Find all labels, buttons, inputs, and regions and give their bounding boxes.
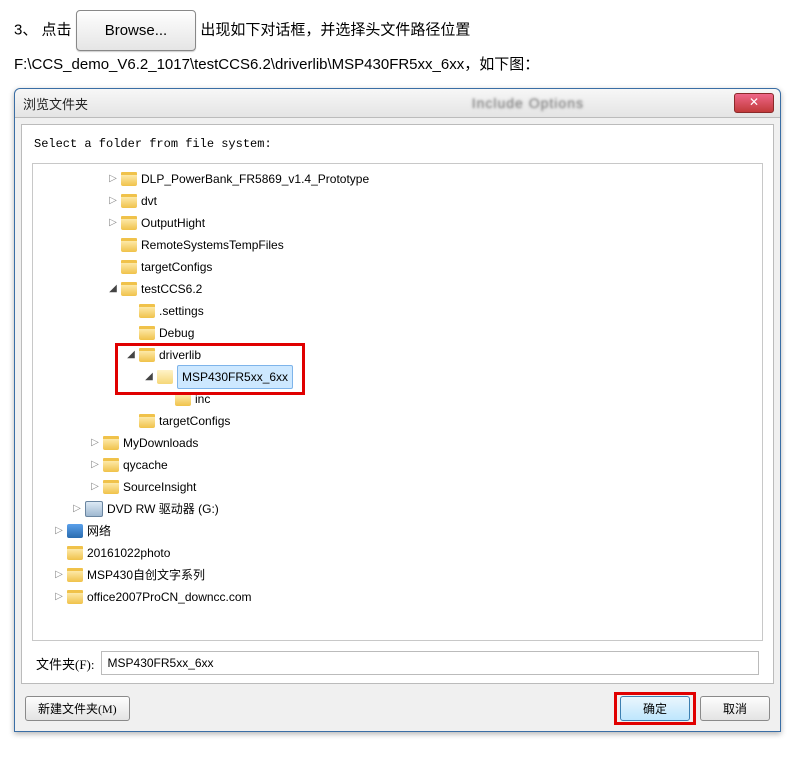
folder-icon (121, 260, 137, 274)
expand-arrow-icon[interactable] (53, 564, 65, 586)
path-line-text: F:\CCS_demo_V6.2_1017\testCCS6.2\driverl… (14, 56, 539, 73)
folder-icon (139, 326, 155, 340)
tree-node[interactable]: driverlib (33, 344, 762, 366)
folder-icon (121, 172, 137, 186)
tree-node-label: office2007ProCN_downcc.com (87, 586, 252, 608)
folder-icon (121, 282, 137, 296)
browse-folder-dialog: 浏览文件夹 Include Options ✕ Select a folder … (14, 88, 781, 732)
tree-node-label: qycache (123, 454, 168, 476)
tree-node-label: OutputHight (141, 212, 205, 234)
dialog-title: 浏览文件夹 (21, 94, 472, 113)
expand-arrow-icon[interactable] (107, 278, 119, 300)
tree-node-label: targetConfigs (141, 256, 212, 278)
folder-icon (67, 546, 83, 560)
browse-button-illustration: Browse... (76, 10, 197, 51)
tree-node[interactable]: .settings (33, 300, 762, 322)
tree-node[interactable]: qycache (33, 454, 762, 476)
expand-arrow-icon[interactable] (89, 454, 101, 476)
folder-icon (67, 568, 83, 582)
folder-icon (103, 480, 119, 494)
folder-icon (121, 216, 137, 230)
click-text: 点击 (42, 21, 72, 38)
tree-node-label: 网络 (87, 520, 111, 542)
folder-icon (67, 590, 83, 604)
tree-node[interactable]: testCCS6.2 (33, 278, 762, 300)
expand-arrow-icon[interactable] (53, 520, 65, 542)
tree-node-label: testCCS6.2 (141, 278, 202, 300)
tree-node[interactable]: MyDownloads (33, 432, 762, 454)
folder-icon (103, 436, 119, 450)
tree-node[interactable]: MSP430自创文字系列 (33, 564, 762, 586)
tree-node[interactable]: office2007ProCN_downcc.com (33, 586, 762, 608)
tree-node-label: DVD RW 驱动器 (G:) (107, 498, 219, 520)
tree-node-label: targetConfigs (159, 410, 230, 432)
folder-field-label: 文件夹(F): (36, 654, 95, 673)
expand-arrow-icon[interactable] (71, 498, 83, 520)
tree-node-label: MyDownloads (123, 432, 198, 454)
ok-button[interactable]: 确定 (620, 696, 690, 721)
expand-arrow-icon[interactable] (107, 190, 119, 212)
tree-node-label: MSP430FR5xx_6xx (177, 365, 293, 389)
tree-node[interactable]: targetConfigs (33, 410, 762, 432)
expand-arrow-icon[interactable] (143, 366, 155, 388)
folder-icon (175, 392, 191, 406)
tree-node[interactable]: inc (33, 388, 762, 410)
folder-icon (139, 304, 155, 318)
tree-node[interactable]: 20161022photo (33, 542, 762, 564)
after-click-text: 出现如下对话框，并选择头文件路径位置 (200, 21, 470, 38)
dialog-instruction: Select a folder from file system: (32, 133, 763, 163)
tree-node-label: MSP430自创文字系列 (87, 564, 205, 586)
tree-node-label: Debug (159, 322, 194, 344)
tree-node[interactable]: DVD RW 驱动器 (G:) (33, 498, 762, 520)
tree-node[interactable]: 网络 (33, 520, 762, 542)
tree-node-label: dvt (141, 190, 157, 212)
tree-node[interactable]: MSP430FR5xx_6xx (33, 366, 762, 388)
folder-icon (121, 194, 137, 208)
new-folder-button[interactable]: 新建文件夹(M) (25, 696, 130, 721)
tree-node[interactable]: Debug (33, 322, 762, 344)
expand-arrow-icon[interactable] (89, 432, 101, 454)
folder-open-icon (157, 370, 173, 384)
expand-arrow-icon[interactable] (53, 586, 65, 608)
cancel-button[interactable]: 取消 (700, 696, 770, 721)
dialog-blurred-background-text: Include Options (472, 95, 584, 111)
tree-node-label: DLP_PowerBank_FR5869_v1.4_Prototype (141, 168, 369, 190)
folder-icon (103, 458, 119, 472)
tree-node-label: SourceInsight (123, 476, 196, 498)
tree-node[interactable]: RemoteSystemsTempFiles (33, 234, 762, 256)
tree-node-label: RemoteSystemsTempFiles (141, 234, 284, 256)
expand-arrow-icon[interactable] (89, 476, 101, 498)
expand-arrow-icon[interactable] (125, 344, 137, 366)
tree-node[interactable]: OutputHight (33, 212, 762, 234)
tree-node[interactable]: dvt (33, 190, 762, 212)
tree-node-label: 20161022photo (87, 542, 170, 564)
folder-tree[interactable]: DLP_PowerBank_FR5869_v1.4_PrototypedvtOu… (32, 163, 763, 641)
tree-node[interactable]: targetConfigs (33, 256, 762, 278)
folder-icon (121, 238, 137, 252)
dialog-titlebar: 浏览文件夹 Include Options ✕ (15, 89, 780, 118)
expand-arrow-icon[interactable] (107, 168, 119, 190)
network-icon (67, 524, 83, 538)
folder-icon (139, 414, 155, 428)
tree-node-label: driverlib (159, 344, 201, 366)
bullet-number: 3、 (14, 21, 37, 38)
close-button[interactable]: ✕ (734, 93, 774, 113)
doc-paragraph: 3、 点击 Browse... 出现如下对话框，并选择头文件路径位置 F:\CC… (0, 0, 795, 78)
tree-node[interactable]: SourceInsight (33, 476, 762, 498)
folder-icon (139, 348, 155, 362)
tree-node-label: inc (195, 388, 210, 410)
tree-node-label: .settings (159, 300, 204, 322)
drive-icon (85, 501, 103, 517)
tree-node[interactable]: DLP_PowerBank_FR5869_v1.4_Prototype (33, 168, 762, 190)
folder-name-input[interactable] (101, 651, 759, 675)
expand-arrow-icon[interactable] (107, 212, 119, 234)
